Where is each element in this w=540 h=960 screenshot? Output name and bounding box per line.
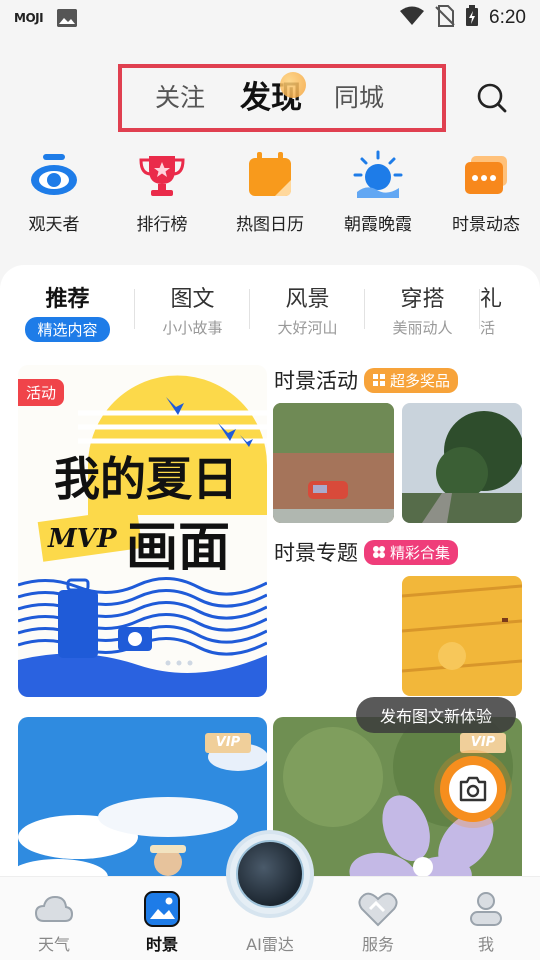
publish-tooltip[interactable]: 发布图文新体验 bbox=[356, 697, 516, 733]
clock: 6:20 bbox=[489, 7, 526, 28]
person-icon bbox=[466, 891, 506, 927]
topic-section-title[interactable]: 时景专题 精彩合集 bbox=[274, 537, 459, 567]
category-title: 礼 bbox=[480, 287, 503, 312]
wood-photo bbox=[402, 576, 522, 696]
nav-label: AI雷达 bbox=[246, 935, 294, 954]
category-outfit[interactable]: 穿搭 美丽动人 bbox=[365, 281, 480, 341]
hero-title-line1: 我的夏日 bbox=[54, 452, 238, 506]
collection-pill: 精彩合集 bbox=[364, 539, 459, 565]
gift-icon bbox=[373, 374, 385, 386]
shortcut-label: 排行榜 bbox=[136, 215, 188, 235]
tab-follow[interactable]: 关注 bbox=[155, 78, 205, 114]
hero-banner[interactable]: 活动 MVP 我的夏日 画面 bbox=[18, 365, 267, 697]
category-tabs: 推荐 精选内容 图文 小小故事 风景 大好河山 穿搭 美丽动人 礼 活 bbox=[0, 281, 540, 342]
shortcut-label: 观天者 bbox=[28, 215, 80, 235]
chat-cards-icon bbox=[461, 150, 511, 200]
hero-mvp: MVP bbox=[47, 524, 118, 554]
category-title: 图文 bbox=[170, 287, 215, 312]
nav-label: 我 bbox=[477, 935, 494, 954]
tree-photo bbox=[402, 403, 522, 523]
nav-label: 服务 bbox=[361, 935, 394, 954]
category-subtitle: 小小故事 bbox=[162, 319, 223, 337]
sunrise-icon bbox=[353, 150, 403, 200]
shortcut-dynamics[interactable]: 时景动态 bbox=[436, 150, 536, 245]
vip-badge: VIP bbox=[460, 733, 506, 753]
app-tag: MOJI bbox=[14, 11, 44, 25]
top-nav: 关注 发现 同城 bbox=[0, 58, 540, 138]
category-subtitle: 大好河山 bbox=[277, 319, 338, 337]
nav-me[interactable]: 我 bbox=[432, 877, 540, 960]
ai-radar-orb[interactable] bbox=[226, 830, 314, 918]
category-title: 穿搭 bbox=[400, 287, 445, 312]
activity-section-title[interactable]: 时景活动 超多奖品 bbox=[274, 365, 459, 395]
shortcut-calendar[interactable]: 热图日历 bbox=[220, 150, 320, 245]
shortcut-sunrise[interactable]: 朝霞晚霞 bbox=[328, 150, 428, 245]
camera-icon bbox=[449, 765, 497, 813]
calendar-icon bbox=[245, 150, 295, 200]
no-sim-icon bbox=[435, 4, 455, 32]
category-title: 风景 bbox=[285, 287, 330, 312]
nav-label: 天气 bbox=[37, 935, 70, 954]
hero-artwork: MVP 我的夏日 画面 bbox=[18, 365, 267, 697]
shortcut-ranking[interactable]: 排行榜 bbox=[112, 150, 212, 245]
image-notification-icon bbox=[57, 9, 78, 27]
trophy-icon bbox=[137, 150, 187, 200]
activity-thumb-tree[interactable] bbox=[402, 403, 522, 523]
flood-photo bbox=[273, 403, 394, 523]
search-icon[interactable] bbox=[476, 82, 508, 114]
picture-icon bbox=[142, 891, 182, 927]
wifi-icon bbox=[399, 6, 425, 31]
category-title: 推荐 bbox=[45, 287, 90, 312]
radar-globe-icon bbox=[236, 840, 304, 908]
activity-badge: 活动 bbox=[18, 379, 65, 406]
cloud-icon bbox=[34, 891, 74, 927]
category-subtitle: 美丽动人 bbox=[392, 319, 453, 337]
category-subtitle: 活 bbox=[480, 319, 496, 337]
category-graphic[interactable]: 图文 小小故事 bbox=[135, 281, 250, 341]
shortcut-label: 朝霞晚霞 bbox=[344, 215, 412, 235]
topic-thumb-wood[interactable] bbox=[402, 576, 522, 696]
shortcut-label: 热图日历 bbox=[236, 215, 304, 235]
nav-services[interactable]: 服务 bbox=[324, 877, 432, 960]
notification-dot bbox=[280, 72, 306, 98]
handshake-icon bbox=[358, 891, 398, 927]
category-recommend[interactable]: 推荐 精选内容 bbox=[0, 281, 135, 342]
tab-local[interactable]: 同城 bbox=[334, 78, 384, 114]
category-scenery[interactable]: 风景 大好河山 bbox=[250, 281, 365, 341]
hero-title-line2: 画面 bbox=[126, 518, 230, 578]
topic-title: 时景专题 bbox=[274, 541, 358, 565]
nav-weather[interactable]: 天气 bbox=[0, 877, 108, 960]
shortcut-label: 时景动态 bbox=[452, 215, 520, 235]
battery-charging-icon bbox=[465, 4, 479, 32]
nav-moments[interactable]: 时景 bbox=[108, 877, 216, 960]
publish-button[interactable] bbox=[440, 756, 506, 822]
status-bar: MOJI 6:20 bbox=[0, 0, 540, 36]
prize-pill-label: 超多奖品 bbox=[390, 371, 451, 390]
category-more[interactable]: 礼 活 bbox=[480, 281, 540, 341]
collection-pill-label: 精彩合集 bbox=[390, 543, 451, 562]
eye-icon bbox=[29, 150, 79, 200]
flower-icon bbox=[373, 546, 385, 558]
activity-thumb-flood[interactable] bbox=[273, 403, 394, 523]
nav-label: 时景 bbox=[145, 935, 178, 954]
activity-title: 时景活动 bbox=[274, 369, 358, 393]
prize-pill: 超多奖品 bbox=[364, 367, 459, 393]
shortcut-observer[interactable]: 观天者 bbox=[4, 150, 104, 245]
category-subtitle: 精选内容 bbox=[25, 317, 110, 342]
shortcut-row: 观天者 排行榜 热图日历 朝霞晚霞 时景动态 bbox=[0, 150, 540, 245]
vip-badge: VIP bbox=[205, 733, 251, 753]
